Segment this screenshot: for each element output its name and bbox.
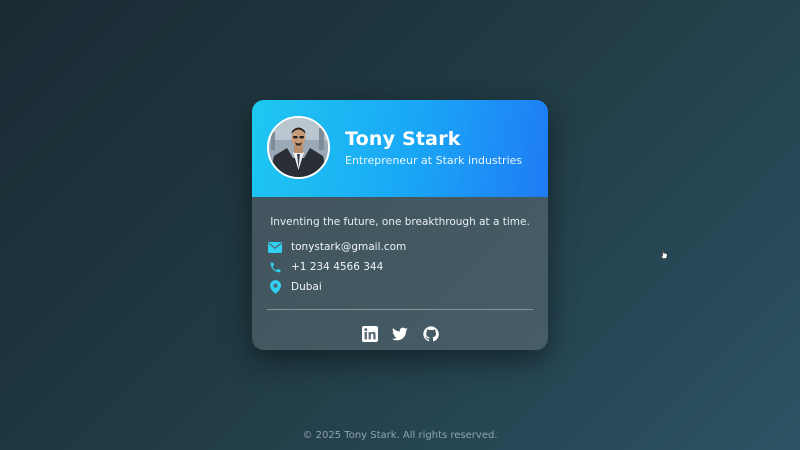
github-link[interactable]	[423, 326, 439, 342]
profile-card: Tony Stark Entrepreneur at Stark industr…	[252, 100, 548, 350]
linkedin-link[interactable]	[362, 326, 378, 342]
hand-cursor-icon	[660, 249, 668, 259]
phone-icon	[268, 260, 282, 274]
github-icon	[423, 326, 439, 342]
footer-copyright: © 2025 Tony Stark. All rights reserved.	[302, 430, 498, 441]
avatar-photo	[269, 118, 328, 177]
linkedin-icon	[362, 326, 378, 342]
map-pin-icon	[268, 280, 282, 294]
profile-name: Tony Stark	[345, 128, 461, 150]
twitter-link[interactable]	[392, 326, 408, 342]
contact-location-text: Dubai	[291, 281, 322, 293]
divider	[267, 309, 533, 310]
contact-email-text: tonystark@gmail.com	[291, 241, 407, 253]
contact-location[interactable]: Dubai	[268, 279, 322, 295]
profile-tagline: Inventing the future, one breakthrough a…	[270, 216, 530, 228]
contact-email[interactable]: tonystark@gmail.com	[268, 239, 406, 255]
twitter-icon	[392, 327, 408, 341]
envelope-icon	[268, 240, 282, 254]
profile-header: Tony Stark Entrepreneur at Stark industr…	[252, 100, 548, 197]
contact-phone-text: +1 234 4566 344	[291, 261, 384, 273]
profile-title: Entrepreneur at Stark industries	[345, 154, 523, 167]
avatar	[267, 116, 330, 179]
contact-phone[interactable]: +1 234 4566 344	[268, 259, 383, 275]
